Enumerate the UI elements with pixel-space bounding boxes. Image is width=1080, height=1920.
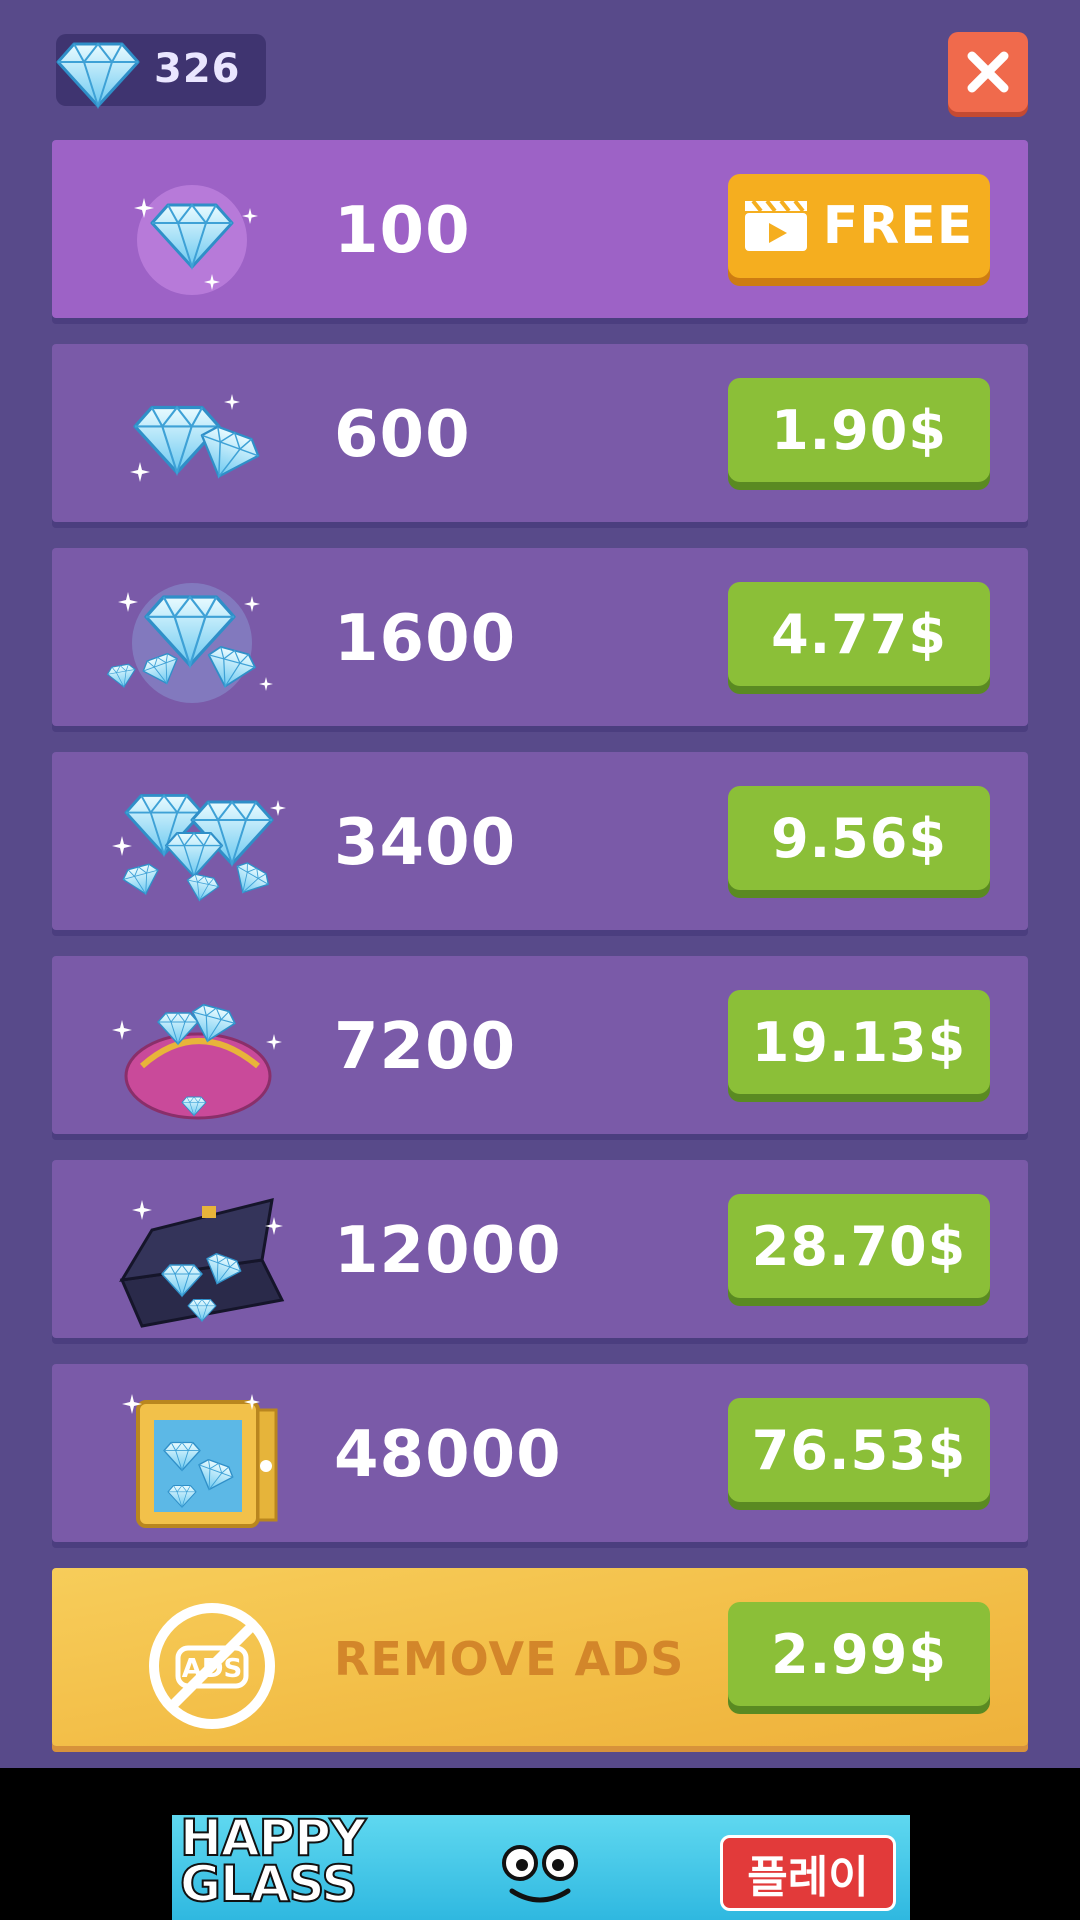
offer-amount: 12000 (334, 1214, 562, 1288)
offer-amount: 7200 (334, 1010, 517, 1084)
offer-row: 3400 9.56$ (52, 752, 1028, 930)
no-ads-icon: ADS (149, 1603, 275, 1729)
remove-ads-row: ADS REMOVE ADS 2.99$ (52, 1568, 1028, 1746)
no-ads-icon-text: ADS (182, 1654, 242, 1684)
diamond-icon (56, 42, 140, 108)
two-diamonds-icon (130, 394, 265, 488)
buy-button[interactable]: 9.56$ (728, 786, 990, 890)
offer-row: 100 FREE (52, 140, 1028, 318)
offer-row: 48000 76.53$ (52, 1364, 1028, 1542)
remove-ads-label: REMOVE ADS (334, 1632, 685, 1686)
watch-ad-free-button[interactable]: FREE (728, 174, 990, 278)
offer-row: 7200 19.13$ (52, 956, 1028, 1134)
smiling-glass-face-icon (502, 1845, 578, 1903)
buy-button[interactable]: 19.13$ (728, 990, 990, 1094)
gem-count: 326 (154, 46, 241, 92)
buy-button[interactable]: 28.70$ (728, 1194, 990, 1298)
ad-play-button[interactable]: 플레이 (720, 1835, 896, 1911)
gem-balance: 326 (56, 34, 266, 108)
offer-row: 600 1.90$ (52, 344, 1028, 522)
diamond-safe-icon (122, 1394, 278, 1528)
offer-amount: 600 (334, 398, 471, 472)
remove-ads-buy-button[interactable]: 2.99$ (728, 1602, 990, 1706)
offer-row: 1600 4.77$ (52, 548, 1028, 726)
offer-row: 12000 28.70$ (52, 1160, 1028, 1338)
buy-button[interactable]: 1.90$ (728, 378, 990, 482)
video-clapper-icon (744, 201, 807, 251)
close-icon (967, 51, 1009, 93)
diamond-pile-small-icon (105, 583, 273, 703)
buy-button[interactable]: 76.53$ (728, 1398, 990, 1502)
buy-button[interactable]: 4.77$ (728, 582, 990, 686)
offer-amount: 3400 (334, 806, 517, 880)
free-label: FREE (822, 196, 974, 256)
ad-banner-title: HAPPY GLASS (179, 1815, 367, 1913)
close-button[interactable] (948, 32, 1028, 112)
offer-amount: 48000 (334, 1418, 562, 1492)
offer-amount: 1600 (334, 602, 517, 676)
diamond-pile-large-icon (112, 794, 286, 905)
offer-amount: 100 (334, 194, 471, 268)
ad-banner[interactable]: HAPPY GLASS 플레이 (172, 1815, 910, 1920)
diamond-purse-icon (112, 1001, 282, 1120)
single-diamond-icon (134, 185, 258, 295)
diamond-briefcase-icon (119, 1197, 285, 1328)
